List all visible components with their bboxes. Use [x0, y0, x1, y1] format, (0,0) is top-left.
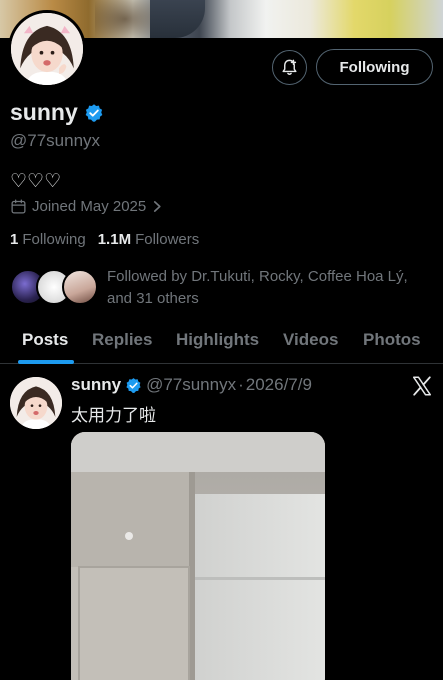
tab-replies[interactable]: Replies [92, 330, 152, 350]
chevron-right-icon [154, 201, 161, 212]
post-header: sunny @77sunnyx · 2026/7/9 [71, 375, 312, 395]
tab-highlights[interactable]: Highlights [176, 330, 259, 350]
bell-plus-icon [282, 59, 297, 75]
display-name: sunny [10, 99, 78, 125]
followers-count: 1.1M [97, 231, 132, 248]
joined-date[interactable]: Joined May 2025 [10, 198, 163, 215]
post-media-image [71, 432, 325, 680]
avatar-image [10, 377, 62, 429]
profile-name-row: sunny [10, 99, 104, 126]
banner-shade [95, 0, 155, 38]
following-stat[interactable]: 1 Following [10, 231, 86, 248]
follow-stats: 1 Following 1.1M Followers [10, 231, 199, 248]
profile-bio: ♡♡♡ [10, 171, 62, 192]
post-text: 太用力了啦 [71, 406, 156, 425]
post-date[interactable]: 2026/7/9 [246, 375, 312, 395]
post-media[interactable] [71, 432, 325, 680]
following-label: Following [22, 231, 86, 248]
profile-avatar[interactable] [8, 10, 86, 88]
post-separator: · [238, 375, 244, 394]
followers-stat[interactable]: 1.1M Followers [98, 231, 200, 248]
calendar-icon [11, 199, 26, 214]
followed-by-avatars [10, 269, 102, 307]
follower-avatar [62, 269, 98, 305]
post-author-name[interactable]: sunny [71, 375, 121, 395]
avatar-image [11, 13, 83, 85]
following-button[interactable]: Following [316, 49, 433, 85]
active-tab-indicator [18, 360, 74, 364]
x-logo-icon [413, 376, 431, 396]
post-author-avatar[interactable] [10, 377, 62, 429]
following-count: 1 [10, 231, 19, 248]
post-item[interactable]: sunny @77sunnyx · 2026/7/9 太用力了啦 [0, 365, 443, 680]
banner-shade [150, 0, 205, 38]
profile-tabs: Posts Replies Highlights Videos Photos [0, 320, 443, 364]
followed-by-text: Followed by Dr.Tukuti, Rocky, Coffee Hoa… [107, 268, 408, 307]
tab-posts[interactable]: Posts [22, 330, 68, 350]
tab-videos[interactable]: Videos [283, 330, 338, 350]
verified-badge-icon[interactable] [125, 377, 142, 394]
followed-by-section[interactable]: Followed by Dr.Tukuti, Rocky, Coffee Hoa… [10, 266, 435, 312]
verified-badge-icon[interactable] [84, 103, 104, 123]
joined-text: Joined May 2025 [32, 198, 147, 215]
followers-label: Followers [135, 231, 200, 248]
profile-handle: @77sunnyx [10, 131, 101, 150]
notify-bell-button[interactable] [272, 50, 307, 85]
tab-photos[interactable]: Photos [363, 330, 421, 350]
post-author-handle[interactable]: @77sunnyx [146, 375, 236, 395]
